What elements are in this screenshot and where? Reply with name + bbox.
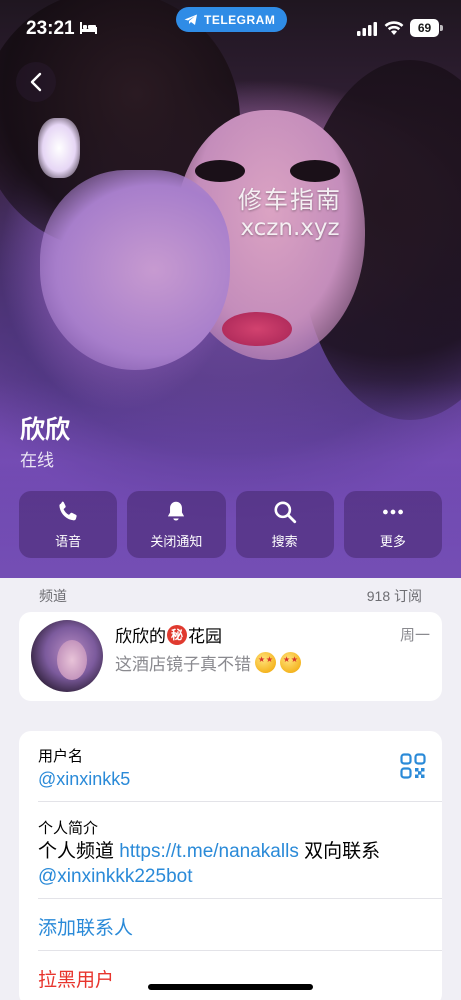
qr-code-icon[interactable] xyxy=(400,753,426,779)
battery-indicator: 69 xyxy=(410,19,443,37)
telegram-label: TELEGRAM xyxy=(204,12,276,27)
status-bar: 23:21 TELEGRAM 69 xyxy=(0,0,461,58)
action-label: 更多 xyxy=(379,534,406,549)
bio-label: 个人简介 xyxy=(38,820,99,837)
bell-icon xyxy=(168,501,185,521)
star-struck-emoji-icon xyxy=(280,652,301,673)
cellular-signal-icon xyxy=(357,22,377,36)
channel-avatar xyxy=(31,620,103,692)
block-user-button[interactable]: 拉黑用户 xyxy=(38,965,114,992)
action-label: 关闭通知 xyxy=(150,534,203,549)
mute-button[interactable]: 关闭通知 xyxy=(127,491,226,558)
phone-icon xyxy=(59,501,77,521)
action-bar: 语音 关闭通知 搜索 更多 xyxy=(19,491,442,558)
channel-item[interactable]: 欣欣的 秘 花园 这酒店镜子真不错 周一 xyxy=(19,612,442,701)
battery-level: 69 xyxy=(417,21,432,35)
sleep-mode-icon xyxy=(80,22,97,34)
bio-text-part: 个人频道 xyxy=(38,841,120,862)
watermark-en: xczn.xyz xyxy=(240,215,340,241)
watermark: 修车指南 xczn.xyz xyxy=(220,180,360,241)
message-time: 周一 xyxy=(399,627,430,644)
divider xyxy=(38,801,442,802)
bio-text: 个人频道 https://t.me/nanakalls 双向联系 @xinxin… xyxy=(38,839,428,889)
home-indicator[interactable] xyxy=(148,984,313,990)
divider xyxy=(38,898,442,899)
message-text: 这酒店镜子真不错 xyxy=(115,655,251,674)
search-icon xyxy=(274,501,296,524)
profile-name: 欣欣 xyxy=(20,416,71,444)
add-contact-button[interactable]: 添加联系人 xyxy=(38,913,133,940)
voice-call-button[interactable]: 语音 xyxy=(19,491,118,558)
telegram-return-pill[interactable]: TELEGRAM xyxy=(176,7,288,32)
channel-name-prefix: 欣欣的 xyxy=(115,627,166,646)
username-label: 用户名 xyxy=(38,748,84,765)
telegram-icon xyxy=(184,14,197,25)
divider xyxy=(38,950,442,951)
channel-last-message: 这酒店镜子真不错 xyxy=(115,650,301,675)
action-label: 搜索 xyxy=(271,534,298,549)
chevron-left-icon xyxy=(30,72,42,92)
watermark-cn: 修车指南 xyxy=(238,187,342,214)
search-button[interactable]: 搜索 xyxy=(235,491,334,558)
star-struck-emoji-icon xyxy=(255,652,276,673)
profile-header: 修车指南 xczn.xyz 23:21 TELEGRAM 69 欣欣 在线 语音… xyxy=(0,0,461,578)
more-button[interactable]: 更多 xyxy=(343,491,442,558)
user-info-card: 用户名 @xinxinkk5 个人简介 个人频道 https://t.me/na… xyxy=(19,731,442,1000)
wifi-icon xyxy=(384,21,404,35)
more-icon xyxy=(382,509,403,515)
username-value[interactable]: @xinxinkk5 xyxy=(38,769,130,790)
bio-bot-link[interactable]: @xinxinkkk225bot xyxy=(38,866,192,887)
action-label: 语音 xyxy=(55,534,82,549)
channel-name-suffix: 花园 xyxy=(188,627,222,646)
channel-name: 欣欣的 秘 花园 xyxy=(115,622,222,647)
channel-section-header: 频道 918 订阅 xyxy=(0,578,461,612)
section-title: 频道 xyxy=(39,588,67,604)
secret-badge-icon: 秘 xyxy=(167,624,187,645)
bio-text-part: 双向联系 xyxy=(298,841,381,862)
status-time: 23:21 xyxy=(26,18,75,39)
back-button[interactable] xyxy=(16,62,56,102)
bio-link[interactable]: https://t.me/nanakalls xyxy=(119,841,299,862)
subscriber-count: 918 订阅 xyxy=(366,588,422,604)
profile-status: 在线 xyxy=(20,451,54,470)
